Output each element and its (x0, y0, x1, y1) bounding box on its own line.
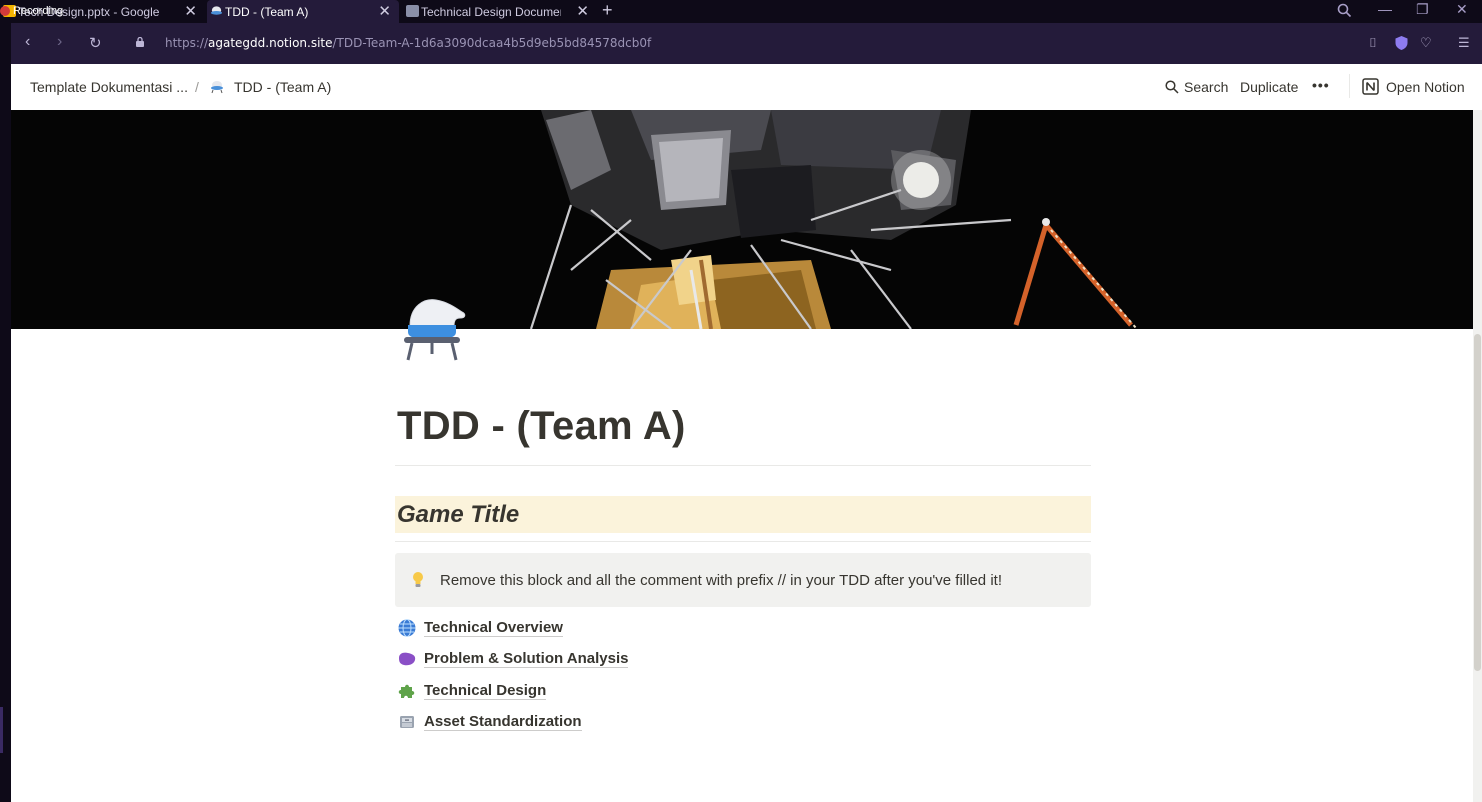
page-cover-image (11, 110, 1482, 329)
link-label[interactable]: Problem & Solution Analysis (424, 650, 629, 668)
back-icon[interactable]: ‹ (25, 33, 30, 51)
purple-blob-icon (399, 652, 416, 666)
notion-page: Template Dokumentasi ... / TDD - (Team A… (11, 64, 1482, 802)
link-asset-standardization[interactable]: Asset Standardization (397, 710, 582, 734)
restore-icon[interactable]: ❐ (1416, 1, 1429, 18)
heading-divider (395, 541, 1091, 542)
tab-technical-design-document[interactable]: Technical Design Documen ✕ (403, 0, 597, 23)
breadcrumb-separator: / (195, 79, 199, 95)
forward-icon[interactable]: › (57, 33, 62, 51)
new-tab-button[interactable]: + (602, 0, 613, 21)
url-field[interactable]: https://agategdd.notion.site/TDD-Team-A-… (165, 36, 651, 50)
close-tab-icon[interactable]: ✕ (576, 2, 589, 20)
globe-icon (398, 619, 416, 637)
close-window-icon[interactable]: ✕ (1456, 1, 1468, 18)
puzzle-piece-icon (398, 684, 415, 698)
page-scrollbar-thumb[interactable] (1474, 334, 1481, 671)
breadcrumb-parent[interactable]: Template Dokumentasi ... (30, 79, 188, 95)
title-divider (395, 465, 1091, 466)
document-icon (406, 5, 419, 17)
link-technical-overview[interactable]: Technical Overview (397, 616, 563, 640)
callout-text: Remove this block and all the comment wi… (440, 572, 1002, 589)
close-tab-icon[interactable]: ✕ (184, 2, 197, 20)
url-prefix: https:// (165, 36, 209, 50)
open-notion-button[interactable]: Open Notion (1386, 79, 1465, 95)
ufo-icon[interactable] (396, 292, 468, 364)
search-icon[interactable] (1165, 80, 1179, 94)
url-path: /TDD-Team-A-1d6a3090dcaa4b5d9eb5bd84578d… (332, 36, 652, 50)
ufo-icon (211, 81, 223, 94)
recording-badge: Recording (0, 5, 63, 17)
search-tabs-icon[interactable] (1337, 3, 1352, 18)
shield-icon[interactable] (1395, 36, 1408, 50)
lock-icon (136, 37, 144, 47)
tab-tdd-team-a[interactable]: TDD - (Team A) ✕ (207, 0, 399, 23)
link-problem-solution-analysis[interactable]: Problem & Solution Analysis (397, 647, 629, 671)
breadcrumb-current[interactable]: TDD - (Team A) (234, 79, 331, 95)
more-options-button[interactable]: ••• (1312, 77, 1330, 93)
tab-title: Technical Design Documen (421, 4, 561, 19)
file-cabinet-icon (400, 716, 414, 728)
camera-icon[interactable]: ⌷ (1369, 35, 1377, 51)
sidebar-strip (0, 23, 11, 802)
menu-icon[interactable]: ☰ (1458, 35, 1470, 51)
sidebar-accent (0, 707, 3, 753)
duplicate-button[interactable]: Duplicate (1240, 79, 1298, 95)
page-title[interactable]: TDD - (Team A) (397, 404, 686, 449)
topbar-divider (1349, 74, 1350, 98)
ufo-icon (210, 6, 223, 15)
link-label[interactable]: Asset Standardization (424, 713, 582, 731)
link-label[interactable]: Technical Overview (424, 619, 563, 637)
browser-tab-bar: Tech Design.pptx - Google ✕ Recording TD… (0, 0, 1482, 23)
recording-dot-icon (0, 6, 10, 16)
lightbulb-icon (413, 572, 423, 587)
address-bar: ‹ › ↻ https://agategdd.notion.site/TDD-T… (11, 23, 1482, 64)
notion-logo-icon (1362, 78, 1379, 95)
tab-title: TDD - (Team A) (225, 4, 309, 19)
recording-label: Recording (13, 5, 64, 17)
search-button[interactable]: Search (1184, 79, 1228, 95)
heading-block[interactable]: Game Title (395, 496, 1091, 533)
reload-icon[interactable]: ↻ (89, 34, 102, 52)
link-label[interactable]: Technical Design (424, 682, 547, 700)
lunar-module-illustration (11, 110, 1482, 329)
notion-topbar: Template Dokumentasi ... / TDD - (Team A… (11, 64, 1482, 110)
url-host: agategdd.notion.site (208, 36, 333, 50)
callout-block[interactable]: Remove this block and all the comment wi… (395, 553, 1091, 607)
minimize-icon[interactable]: — (1378, 1, 1392, 17)
close-tab-icon[interactable]: ✕ (378, 2, 391, 20)
heading-game-title: Game Title (397, 501, 520, 528)
heart-icon[interactable]: ♡ (1420, 35, 1432, 51)
link-technical-design[interactable]: Technical Design (397, 679, 547, 703)
